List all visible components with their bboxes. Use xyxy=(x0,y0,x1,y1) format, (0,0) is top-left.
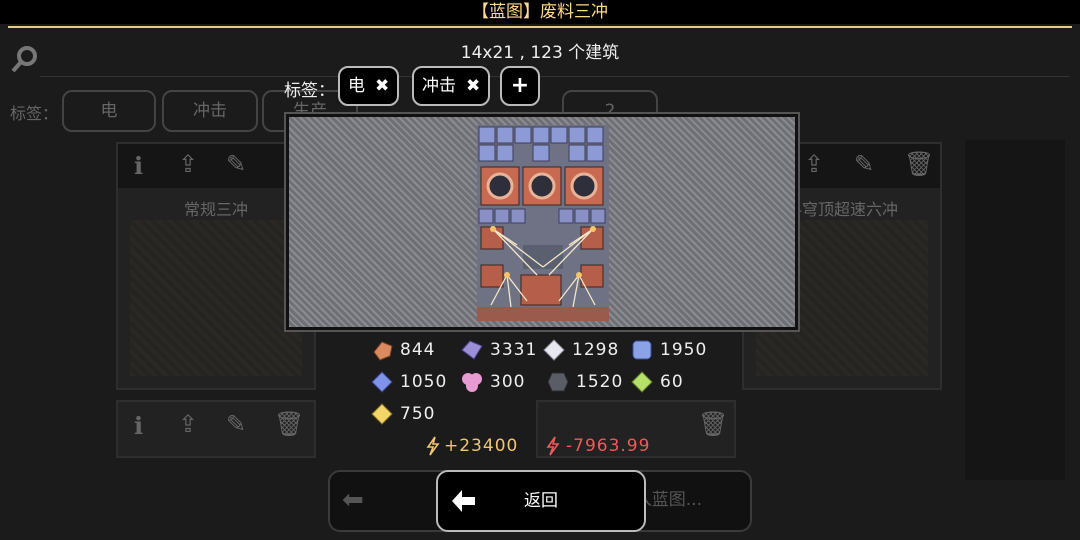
upload-icon: ⇪ xyxy=(804,150,825,178)
resource-plastanium-value: 1050 xyxy=(400,372,448,392)
remove-tag-icon[interactable]: ✖ xyxy=(375,76,389,96)
trash-icon: 🗑 xyxy=(274,410,305,438)
power-consumption-icon xyxy=(546,436,560,456)
bg-tag-electric: 电 xyxy=(62,90,156,132)
resource-titanium-value: 1950 xyxy=(660,340,708,360)
tag-label: 标签： xyxy=(284,81,335,101)
resource-phase-fabric-value: 300 xyxy=(490,372,526,392)
info-icon: ℹ xyxy=(134,412,144,440)
phase-fabric-icon xyxy=(462,373,482,392)
back-button[interactable]: 返回 xyxy=(436,470,646,532)
info-icon: ℹ xyxy=(134,152,144,180)
resource-metaglass-value: 1298 xyxy=(572,340,620,360)
resource-silicon-value: 1520 xyxy=(576,372,624,392)
blueprint-preview xyxy=(286,114,798,330)
tag-chip-impact[interactable]: 冲击 ✖ xyxy=(412,66,491,106)
edit-icon: ✎ xyxy=(226,150,247,178)
bg-back-arrow-icon: ⬅ xyxy=(342,485,364,515)
titanium-icon xyxy=(632,340,652,360)
bg-tag-label: 标签： xyxy=(10,104,59,123)
bg-card-title: 常规三冲 xyxy=(183,200,248,219)
dialog-title: 【蓝图】废料三冲 xyxy=(472,2,608,22)
copper-icon xyxy=(373,341,393,361)
power-generation-icon xyxy=(426,436,440,456)
edit-icon: ✎ xyxy=(226,410,247,438)
trash-icon: 🗑 xyxy=(904,150,935,178)
remove-tag-icon[interactable]: ✖ xyxy=(466,76,480,96)
plastanium-icon xyxy=(371,371,393,393)
blueprint-summary: 14x21 , 123 个建筑 xyxy=(460,43,620,63)
bg-right-panel xyxy=(965,140,1065,480)
blueprint-image xyxy=(477,125,609,321)
trash-icon: 🗑 xyxy=(698,410,729,438)
bg-tag-impact: 冲击 xyxy=(162,90,258,132)
surge-alloy-icon xyxy=(371,403,393,425)
upload-icon: ⇪ xyxy=(178,410,199,438)
resource-thorium-value: 60 xyxy=(660,372,684,392)
resource-lead-value: 3331 xyxy=(490,340,538,360)
upload-icon: ⇪ xyxy=(178,150,199,178)
tag-chip-electric[interactable]: 电 ✖ xyxy=(338,66,400,106)
bg-blueprint-card: ℹ ⇪ ✎ 🗑 xyxy=(116,400,316,458)
lead-icon xyxy=(461,340,483,360)
tag-chip-label: 冲击 xyxy=(422,76,456,96)
silicon-icon xyxy=(547,372,569,392)
add-tag-button[interactable]: + xyxy=(500,66,540,106)
search-underline xyxy=(40,76,1070,77)
metaglass-icon xyxy=(543,339,565,361)
back-button-label: 返回 xyxy=(524,491,558,511)
resource-copper-value: 844 xyxy=(400,340,436,360)
bg-card-thumbnail xyxy=(130,220,302,376)
power-generation-value: +23400 xyxy=(444,436,519,456)
tag-chip-label: 电 xyxy=(348,76,365,96)
title-divider xyxy=(8,26,1072,28)
edit-icon: ✎ xyxy=(854,150,875,178)
thorium-icon xyxy=(631,371,653,393)
power-consumption-value: -7963.99 xyxy=(566,436,651,456)
resource-surge-alloy-value: 750 xyxy=(400,404,436,424)
